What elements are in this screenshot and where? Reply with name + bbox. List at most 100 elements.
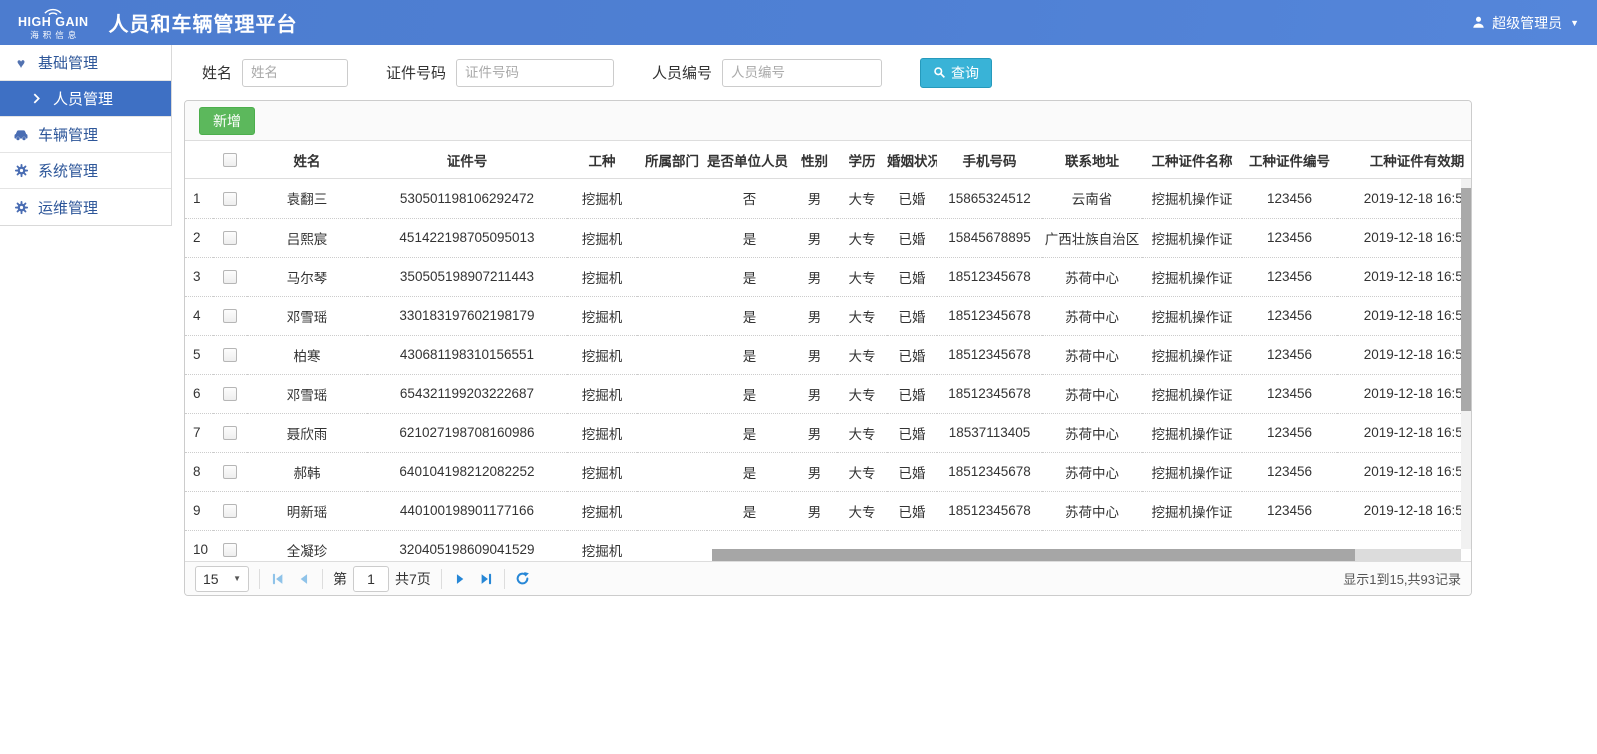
table-row[interactable]: 3 马尔琴 350505198907211443 挖掘机 是 男 大专 已婚 1… (185, 257, 1471, 296)
row-checkbox[interactable] (223, 387, 237, 401)
cell-cert-name: 挖掘机操作证 (1142, 218, 1242, 257)
sidebar-item-label: 基础管理 (38, 52, 98, 73)
cell-phone: 18512345678 (937, 335, 1042, 374)
select-all-checkbox[interactable] (223, 153, 237, 167)
vertical-scrollbar[interactable] (1461, 179, 1471, 549)
page-number-input[interactable] (353, 566, 389, 592)
person-no-input[interactable] (722, 59, 882, 87)
chevron-down-icon: ▼ (233, 574, 241, 583)
search-group-id: 证件号码 (386, 59, 614, 87)
page-size-select[interactable]: 15 ▼ (195, 566, 249, 592)
table-body: 1 袁翻三 530501198106292472 挖掘机 否 男 大专 已婚 1… (185, 179, 1471, 561)
prev-page-button[interactable] (296, 571, 312, 587)
row-checkbox[interactable] (223, 504, 237, 518)
cell-gender: 男 (792, 335, 837, 374)
cell-marital: 已婚 (887, 179, 937, 218)
table-row[interactable]: 9 明新瑶 440100198901177166 挖掘机 是 男 大专 已婚 1… (185, 491, 1471, 530)
sidebar-item-ops-mgmt[interactable]: 运维管理 (0, 189, 171, 225)
divider (441, 569, 442, 589)
next-page-button[interactable] (452, 571, 468, 587)
refresh-button[interactable] (515, 571, 531, 587)
logo-subtext: 海积信息 (26, 31, 80, 40)
logo-text: HIGH GAIN (18, 16, 88, 29)
row-checkbox[interactable] (223, 348, 237, 362)
cell-education: 大专 (837, 374, 887, 413)
cell-is-unit: 是 (707, 218, 792, 257)
horizontal-scrollbar[interactable] (185, 549, 1471, 561)
cell-cert-no: 123456 (1242, 491, 1337, 530)
search-group-person-no: 人员编号 (652, 59, 882, 87)
column-cert-name: 工种证件名称 (1142, 141, 1242, 178)
cell-job: 挖掘机 (567, 491, 637, 530)
row-checkbox[interactable] (223, 465, 237, 479)
car-icon (13, 127, 29, 143)
cell-rownum: 5 (185, 335, 213, 374)
column-gender: 性别 (792, 141, 837, 178)
cell-cert-no: 123456 (1242, 374, 1337, 413)
sidebar-item-system-mgmt[interactable]: 系统管理 (0, 153, 171, 189)
chevron-down-icon: ▼ (1570, 18, 1579, 28)
cell-gender: 男 (792, 491, 837, 530)
row-checkbox[interactable] (223, 426, 237, 440)
sidebar-item-basic-mgmt[interactable]: ♥ 基础管理 (0, 45, 171, 81)
table-row[interactable]: 8 郝韩 640104198212082252 挖掘机 是 男 大专 已婚 18… (185, 452, 1471, 491)
sidebar-item-personnel-mgmt[interactable]: 人员管理 (0, 81, 171, 117)
cell-cert-no: 123456 (1242, 335, 1337, 374)
cell-job: 挖掘机 (567, 452, 637, 491)
divider (322, 569, 323, 589)
search-button[interactable]: 查询 (920, 58, 992, 88)
row-checkbox[interactable] (223, 270, 237, 284)
user-name: 超级管理员 (1492, 13, 1562, 33)
cell-name: 吕熙宸 (247, 218, 367, 257)
name-input[interactable] (242, 59, 348, 87)
table-row[interactable]: 1 袁翻三 530501198106292472 挖掘机 否 男 大专 已婚 1… (185, 179, 1471, 218)
panel-toolbar: 新增 (185, 101, 1471, 141)
cell-phone: 18512345678 (937, 296, 1042, 335)
sidebar-item-label: 车辆管理 (38, 124, 98, 145)
table-row[interactable]: 7 聂欣雨 621027198708160986 挖掘机 是 男 大专 已婚 1… (185, 413, 1471, 452)
cell-cert-expiry: 2019-12-18 16:50 (1337, 335, 1471, 374)
user-menu[interactable]: 超级管理员 ▼ (1471, 13, 1579, 33)
cell-gender: 男 (792, 218, 837, 257)
cell-checkbox (213, 452, 247, 491)
cell-cert-name: 挖掘机操作证 (1142, 179, 1242, 218)
table-row[interactable]: 2 吕熙宸 451422198705095013 挖掘机 是 男 大专 已婚 1… (185, 218, 1471, 257)
cell-education: 大专 (837, 257, 887, 296)
cell-rownum: 7 (185, 413, 213, 452)
name-label: 姓名 (202, 62, 232, 83)
cell-checkbox (213, 335, 247, 374)
page-number-group: 第 共7页 (333, 566, 431, 592)
row-checkbox[interactable] (223, 309, 237, 323)
column-address: 联系地址 (1042, 141, 1142, 178)
first-page-button[interactable] (270, 571, 286, 587)
cell-address: 苏荷中心 (1042, 257, 1142, 296)
add-button[interactable]: 新增 (199, 107, 255, 135)
vertical-scrollbar-thumb[interactable] (1461, 188, 1471, 411)
search-group-name: 姓名 (202, 59, 348, 87)
cell-is-unit: 是 (707, 257, 792, 296)
table-row[interactable]: 4 邓雪瑶 330183197602198179 挖掘机 是 男 大专 已婚 1… (185, 296, 1471, 335)
sidebar-item-vehicle-mgmt[interactable]: 车辆管理 (0, 117, 171, 153)
cell-phone: 18512345678 (937, 257, 1042, 296)
row-checkbox[interactable] (223, 192, 237, 206)
last-page-button[interactable] (478, 571, 494, 587)
cell-name: 明新瑶 (247, 491, 367, 530)
gear-icon (13, 200, 29, 215)
cell-rownum: 6 (185, 374, 213, 413)
cell-cert-name: 挖掘机操作证 (1142, 491, 1242, 530)
id-number-input[interactable] (456, 59, 614, 87)
cell-department (637, 296, 707, 335)
table-row[interactable]: 6 邓雪瑶 654321199203222687 挖掘机 是 男 大专 已婚 1… (185, 374, 1471, 413)
cell-checkbox (213, 491, 247, 530)
cell-rownum: 1 (185, 179, 213, 218)
cell-cert-expiry: 2019-12-18 16:50 (1337, 413, 1471, 452)
cell-education: 大专 (837, 335, 887, 374)
cell-department (637, 491, 707, 530)
row-checkbox[interactable] (223, 231, 237, 245)
table-row[interactable]: 5 柏寒 430681198310156551 挖掘机 是 男 大专 已婚 18… (185, 335, 1471, 374)
cell-address: 苏荷中心 (1042, 413, 1142, 452)
column-name: 姓名 (247, 141, 367, 178)
cell-department (637, 335, 707, 374)
horizontal-scrollbar-thumb[interactable] (712, 549, 1355, 561)
cell-phone: 18512345678 (937, 452, 1042, 491)
